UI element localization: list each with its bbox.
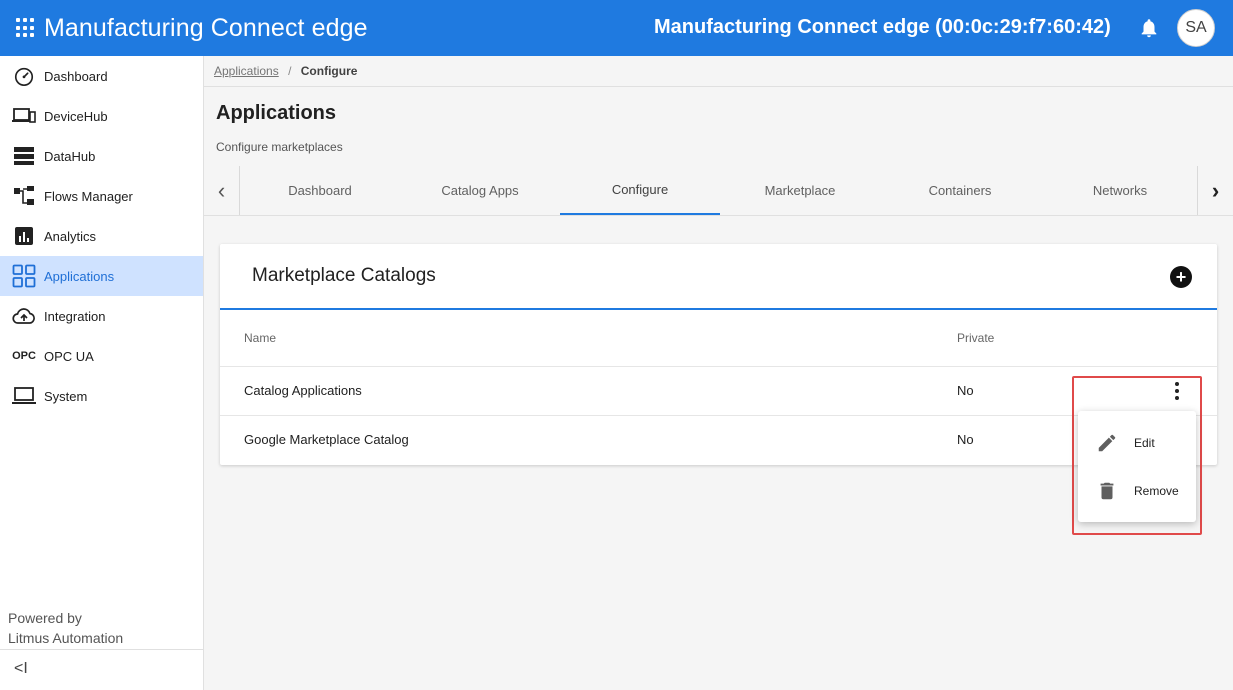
sidebar-item-devicehub[interactable]: DeviceHub [0,96,203,136]
tab-catalog-apps[interactable]: Catalog Apps [400,166,560,215]
breadcrumb: Applications / Configure [214,64,357,78]
sidebar-item-dashboard[interactable]: Dashboard [0,56,203,96]
sidebar-item-system[interactable]: System [0,376,203,416]
tab-containers[interactable]: Containers [880,166,1040,215]
flows-icon [12,184,36,208]
sidebar-item-integration[interactable]: Integration [0,296,203,336]
sidebar-item-label: Applications [44,268,115,284]
sidebar-item-datahub[interactable]: DataHub [0,136,203,176]
sidebar-item-label: Flows Manager [44,188,133,204]
analytics-icon [12,224,36,248]
trash-icon [1100,482,1114,500]
menu-item-remove[interactable]: Remove [1078,467,1196,515]
collapse-icon: <I [14,660,28,677]
tab-marketplace[interactable]: Marketplace [720,166,880,215]
sidebar-item-label: DeviceHub [44,108,108,124]
opc-icon: OPC [12,350,36,362]
plus-icon: + [1175,266,1187,287]
row-context-menu: Edit Remove [1078,411,1196,522]
laptop-icon [12,384,36,408]
user-avatar[interactable]: SA [1177,9,1215,47]
chevron-right-icon: › [1211,177,1220,203]
collapse-sidebar-button[interactable]: <I [0,649,203,690]
tabs-scroll-right-button[interactable]: › [1197,166,1233,215]
menu-item-label: Remove [1134,484,1179,498]
catalog-private: No [957,383,974,398]
table-row[interactable]: Catalog Applications No [220,366,1217,415]
table-row[interactable]: Google Marketplace Catalog No [220,415,1217,464]
sidebar-item-analytics[interactable]: Analytics [0,216,203,256]
tab-bar: ‹ Dashboard Catalog Apps Configure Marke… [204,166,1233,216]
server-icon [12,144,36,168]
page-subtitle: Configure marketplaces [216,140,343,154]
brand-title: Manufacturing Connect edge [44,13,368,42]
tabs-scroll-left-button[interactable]: ‹ [204,166,240,215]
tab-configure[interactable]: Configure [560,166,720,215]
column-header-name[interactable]: Name [244,331,276,345]
card-title: Marketplace Catalogs [252,265,436,286]
powered-by: Powered by Litmus Automation [8,610,124,646]
speedometer-icon [12,64,36,88]
breadcrumb-current: Configure [300,64,358,78]
chevron-left-icon: ‹ [217,177,226,203]
column-header-private[interactable]: Private [957,331,994,345]
divider [204,86,1233,87]
sidebar-item-label: OPC UA [44,348,94,364]
page-title: Applications [216,102,337,124]
sidebar-item-applications[interactable]: Applications [0,256,203,296]
breadcrumb-separator: / [288,64,292,78]
catalog-private: No [957,432,974,447]
app-launcher-icon[interactable] [16,18,36,38]
catalog-name: Google Marketplace Catalog [244,432,409,447]
notifications-bell-icon[interactable] [1138,17,1160,39]
sidebar-item-label: DataHub [44,148,96,164]
menu-item-label: Edit [1134,436,1155,450]
top-app-bar: Manufacturing Connect edge Manufacturing… [0,0,1233,56]
menu-item-edit[interactable]: Edit [1078,419,1196,467]
apps-grid-icon [12,264,36,288]
sidebar-item-label: Analytics [44,228,97,244]
catalog-name: Catalog Applications [244,383,362,398]
tab-dashboard[interactable]: Dashboard [240,166,400,215]
marketplace-catalogs-card: Marketplace Catalogs + Name Private Cata… [220,244,1217,465]
sidebar-item-flows-manager[interactable]: Flows Manager [0,176,203,216]
sidebar-item-label: Dashboard [44,68,108,84]
devices-icon [12,104,36,128]
sidebar-item-label: Integration [44,308,106,324]
device-title: Manufacturing Connect edge (00:0c:29:f7:… [654,16,1111,38]
breadcrumb-link-applications[interactable]: Applications [214,64,279,78]
sidebar: Dashboard DeviceHub DataHub Flows Manage… [0,56,204,690]
sidebar-item-label: System [44,388,88,404]
card-header-underline [220,308,1217,310]
pencil-icon [1098,434,1116,452]
tab-networks[interactable]: Networks [1040,166,1200,215]
cloud-upload-icon [12,304,36,328]
sidebar-item-opc-ua[interactable]: OPC OPC UA [0,336,203,376]
add-catalog-button[interactable]: + [1170,266,1192,288]
